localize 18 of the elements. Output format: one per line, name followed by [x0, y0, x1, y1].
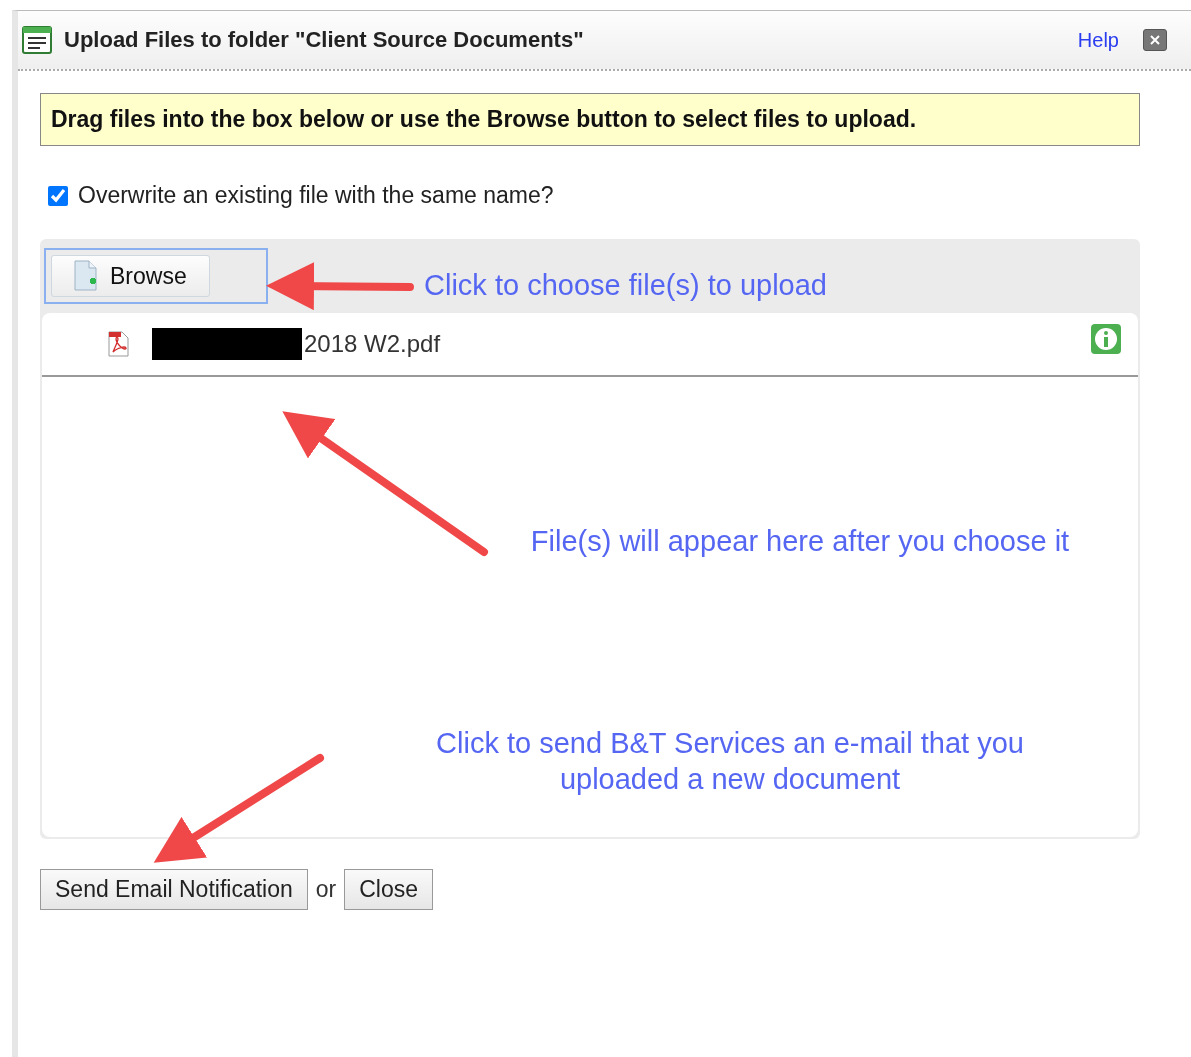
file-name: 2018 W2.pdf: [304, 330, 442, 358]
or-separator: or: [315, 876, 337, 903]
document-icon: [22, 26, 52, 54]
pdf-icon: [106, 331, 130, 357]
annotation-text: Click to choose file(s) to upload: [424, 268, 827, 303]
annotation-text: File(s) will appear here after you choose it: [529, 524, 1071, 559]
annotation-text: Click to send B&T Services an e-mail that you uploaded a new document: [435, 726, 1025, 797]
overwrite-checkbox[interactable]: [48, 185, 68, 206]
overwrite-label: Overwrite an existing file with the same name?: [78, 182, 554, 209]
file-row[interactable]: 2018 W2.pdf: [42, 313, 1138, 377]
send-email-button[interactable]: Send Email Notification: [40, 869, 308, 910]
help-link[interactable]: Help: [1077, 28, 1119, 52]
instructions-banner: Drag files into the box below or use the Browse button to select files to upload.: [40, 93, 1140, 146]
close-icon[interactable]: [1143, 29, 1167, 51]
dialog-title: Upload Files to folder "Client Source Documents": [64, 27, 585, 53]
close-button[interactable]: Close: [344, 869, 434, 910]
info-icon[interactable]: [1090, 323, 1122, 355]
browse-button[interactable]: Browse: [51, 255, 210, 297]
